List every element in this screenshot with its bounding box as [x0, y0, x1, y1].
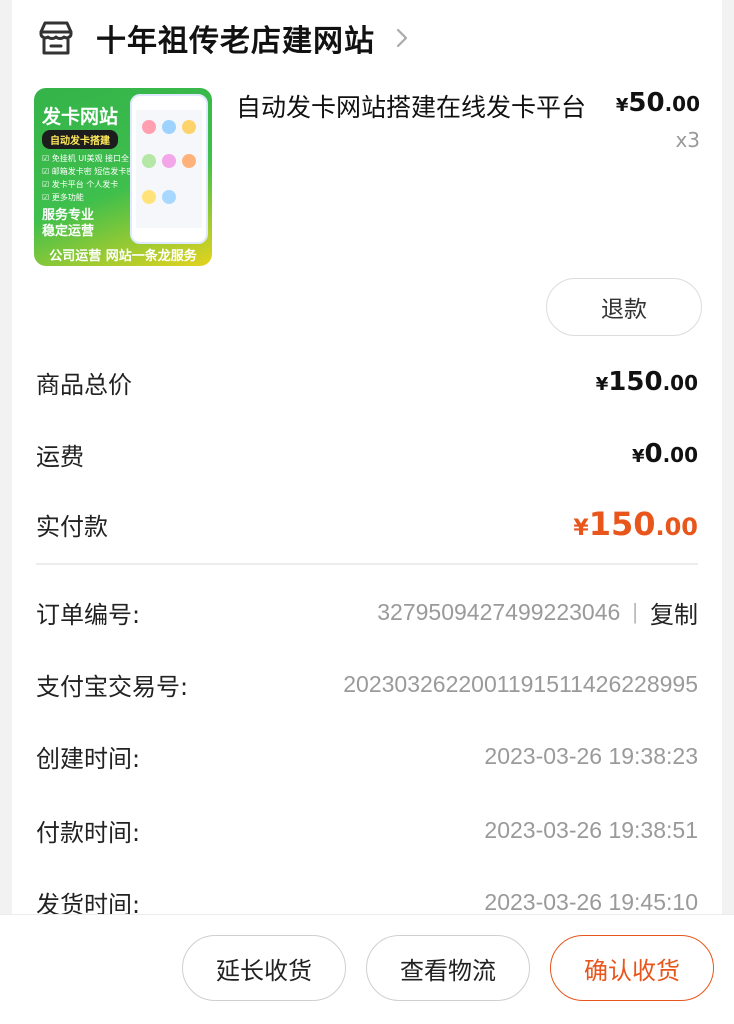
- goods-total-value: ¥150.00: [596, 367, 698, 397]
- currency-symbol: ¥: [631, 446, 645, 467]
- alipay-row: 支付宝交易号: 2023032622001191511426228995: [36, 664, 698, 704]
- alipay-label: 支付宝交易号:: [36, 672, 189, 701]
- shipping-label: 运费: [36, 442, 84, 471]
- order-number-group: 3279509427499223046 | 复制: [377, 595, 698, 630]
- thumbnail-badge: 自动发卡搭建: [42, 130, 118, 149]
- mockup-dot: [162, 190, 176, 204]
- product-price: ¥50.00: [616, 88, 700, 118]
- amount-decimal: .00: [662, 443, 698, 467]
- product-thumbnail[interactable]: 发卡网站 自动发卡搭建 ☑ 免挂机 UI美观 接口全 ☑ 邮箱发卡密 短信发卡密…: [34, 88, 212, 266]
- amount-decimal: .00: [662, 371, 698, 395]
- thumbnail-slogan: 服务专业 稳定运营: [42, 208, 94, 240]
- price-integer: 50: [628, 88, 665, 118]
- phone-screen: [136, 110, 202, 228]
- order-number-value: 3279509427499223046: [377, 598, 621, 625]
- mockup-dot: [142, 190, 156, 204]
- paid-label: 实付款: [36, 512, 108, 541]
- thumbnail-slogan-2: 稳定运营: [42, 224, 95, 239]
- refund-button[interactable]: 退款: [546, 278, 702, 336]
- paid-value: ¥150.00: [573, 505, 698, 543]
- paid-time-row: 付款时间: 2023-03-26 19:38:51: [36, 810, 698, 850]
- thumbnail-feature: ☑ 邮箱发卡密 短信发卡密: [42, 167, 135, 176]
- amount-decimal: .00: [655, 513, 698, 541]
- thumbnail-slogan-1: 服务专业: [42, 208, 95, 223]
- shop-header[interactable]: 十年祖传老店建网站: [36, 10, 411, 66]
- product-quantity: x3: [675, 128, 700, 152]
- thumbnail-title: 发卡网站: [42, 106, 119, 128]
- thumbnail-feature: ☑ 发卡平台 个人发卡: [42, 180, 119, 189]
- price-decimal: .00: [664, 92, 700, 116]
- goods-total-row: 商品总价 ¥150.00: [36, 362, 698, 402]
- created-time-label: 创建时间:: [36, 744, 141, 773]
- mockup-dot: [142, 120, 156, 134]
- currency-symbol: ¥: [573, 516, 589, 541]
- thumbnail-feature: ☑ 免挂机 UI美观 接口全: [42, 154, 130, 163]
- mockup-dot: [182, 120, 196, 134]
- mockup-dot: [142, 154, 156, 168]
- order-number-row: 订单编号: 3279509427499223046 | 复制: [36, 592, 698, 632]
- created-time-value: 2023-03-26 19:38:23: [484, 742, 698, 769]
- amount-integer: 0: [644, 439, 663, 469]
- order-card: 十年祖传老店建网站 发卡网站 自动发卡搭建 ☑ 免挂机 UI美观 接口全 ☑ 邮…: [12, 0, 722, 1024]
- separator: |: [632, 599, 638, 624]
- store-icon: [36, 18, 76, 58]
- chevron-right-icon[interactable]: [395, 26, 411, 50]
- shipping-row: 运费 ¥0.00: [36, 434, 698, 474]
- thumbnail-footer: 公司运营 网站一条龙服务: [49, 249, 197, 264]
- shop-name[interactable]: 十年祖传老店建网站: [96, 16, 375, 60]
- extend-receipt-button[interactable]: 延长收货: [182, 935, 346, 1001]
- amount-integer: 150: [588, 505, 656, 543]
- alipay-value: 2023032622001191511426228995: [343, 670, 698, 697]
- mockup-dot: [182, 154, 196, 168]
- created-time-row: 创建时间: 2023-03-26 19:38:23: [36, 736, 698, 776]
- view-logistics-button[interactable]: 查看物流: [366, 935, 530, 1001]
- copy-button[interactable]: 复制: [650, 595, 698, 630]
- currency-symbol: ¥: [595, 374, 609, 395]
- shipping-value: ¥0.00: [632, 439, 698, 469]
- goods-total-label: 商品总价: [36, 370, 132, 399]
- thumbnail-features: ☑ 免挂机 UI美观 接口全 ☑ 邮箱发卡密 短信发卡密 ☑ 发卡平台 个人发卡…: [42, 152, 134, 204]
- paid-time-label: 付款时间:: [36, 818, 141, 847]
- divider: [36, 563, 698, 565]
- amount-integer: 150: [608, 367, 663, 397]
- order-number-label: 订单编号:: [36, 600, 141, 629]
- shipped-time-value: 2023-03-26 19:45:10: [484, 888, 698, 915]
- phone-mockup: [130, 94, 208, 244]
- mockup-dot: [162, 154, 176, 168]
- mockup-dot: [162, 120, 176, 134]
- product-title[interactable]: 自动发卡网站搭建在线发卡平台: [236, 90, 606, 126]
- confirm-receipt-button[interactable]: 确认收货: [550, 935, 714, 1001]
- thumbnail-feature: ☑ 更多功能: [42, 193, 84, 202]
- price-currency: ¥: [615, 95, 629, 116]
- bottom-action-bar: 延长收货 查看物流 确认收货: [0, 914, 734, 1024]
- paid-row: 实付款 ¥150.00: [36, 504, 698, 544]
- paid-time-value: 2023-03-26 19:38:51: [484, 816, 698, 843]
